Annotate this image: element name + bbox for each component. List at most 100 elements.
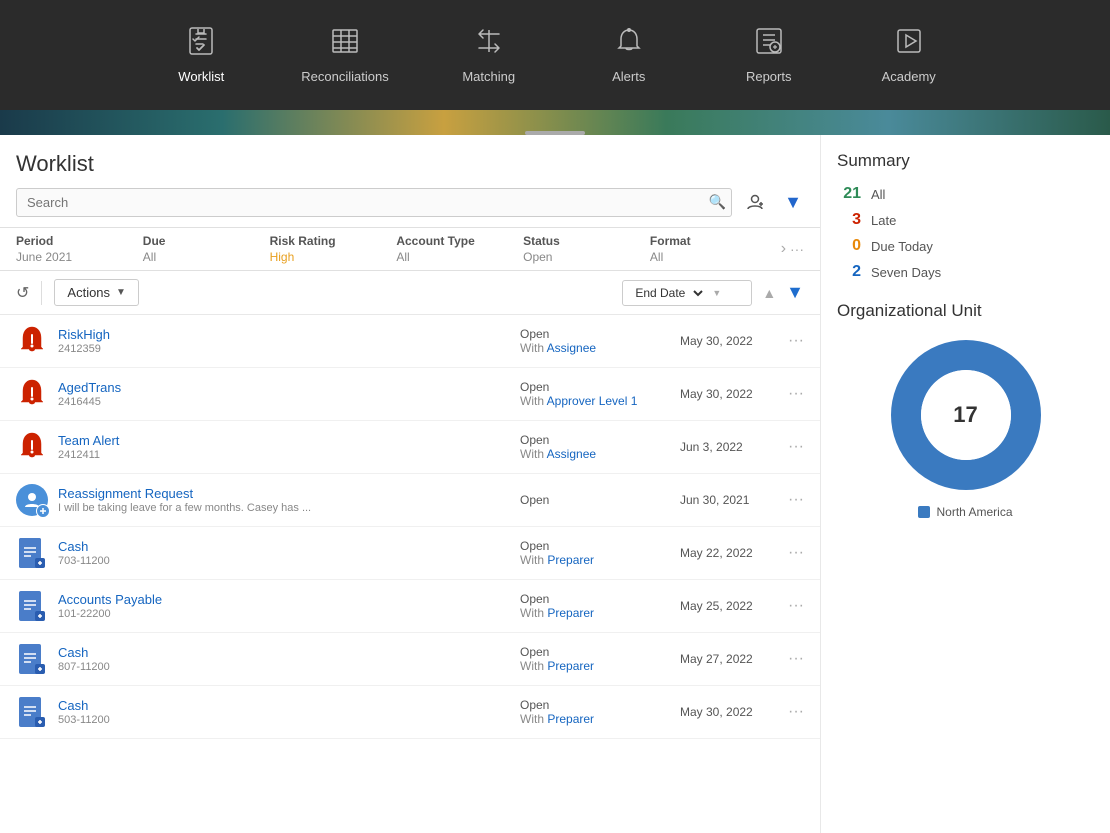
item-date: May 27, 2022 [680, 652, 780, 666]
search-icon[interactable]: 🔍 [709, 194, 726, 211]
document-icon [16, 643, 48, 675]
decorative-banner [0, 110, 1110, 135]
nav-label-matching: Matching [462, 69, 515, 84]
alert-icon [16, 325, 48, 357]
list-item[interactable]: Cash 703-11200 Open With Preparer May 22… [0, 527, 820, 580]
filter-period-label: Period [16, 234, 143, 248]
list-item[interactable]: Cash 503-11200 Open With Preparer May 30… [0, 686, 820, 739]
item-menu-button[interactable]: ··· [780, 385, 804, 403]
filter-due-label: Due [143, 234, 270, 248]
search-input[interactable] [16, 188, 732, 217]
item-menu-button[interactable]: ··· [780, 597, 804, 615]
with-link[interactable]: Approver Level 1 [547, 394, 638, 408]
summary-row-all: 21 All [837, 185, 1094, 203]
main-content: Worklist 🔍 ▼ Period [0, 135, 1110, 833]
item-subtitle: 807-11200 [58, 661, 520, 673]
item-date: Jun 3, 2022 [680, 440, 780, 454]
donut-center-value: 17 [931, 380, 1001, 450]
filter-format-value: All [650, 250, 777, 264]
document-icon [16, 537, 48, 569]
alerts-icon [614, 26, 644, 63]
with-link[interactable]: Assignee [547, 447, 596, 461]
item-subtitle: 2416445 [58, 396, 520, 408]
item-subtitle: 2412359 [58, 343, 520, 355]
toolbar-divider [41, 281, 42, 305]
filter-risk[interactable]: Risk Rating High [270, 234, 397, 264]
item-menu-button[interactable]: ··· [780, 544, 804, 562]
summary-row-late: 3 Late [837, 211, 1094, 229]
alert-icon [16, 431, 48, 463]
item-info: Cash 807-11200 [58, 645, 520, 673]
item-status: Open [520, 493, 680, 507]
nav-item-worklist[interactable]: Worklist [161, 26, 241, 84]
filter-button[interactable]: ▼ [778, 187, 808, 217]
nav-item-alerts[interactable]: Alerts [589, 26, 669, 84]
filter-format[interactable]: Format All [650, 234, 777, 264]
nav-item-academy[interactable]: Academy [869, 26, 949, 84]
alert-icon [16, 378, 48, 410]
filter-more-icon[interactable]: ··· [790, 241, 804, 257]
with-link[interactable]: Preparer [547, 553, 594, 567]
refresh-button[interactable]: ↺ [16, 283, 29, 303]
list-item[interactable]: Accounts Payable 101-22200 Open With Pre… [0, 580, 820, 633]
list-item[interactable]: RiskHigh 2412359 Open With Assignee May … [0, 315, 820, 368]
sort-desc-button[interactable]: ▼ [786, 282, 804, 303]
filter-period[interactable]: Period June 2021 [16, 234, 143, 264]
with-link[interactable]: Preparer [547, 712, 594, 726]
filter-due[interactable]: Due All [143, 234, 270, 264]
item-menu-button[interactable]: ··· [780, 703, 804, 721]
filter-status[interactable]: Status Open [523, 234, 650, 264]
actions-button[interactable]: Actions ▼ [54, 279, 139, 306]
nav-label-academy: Academy [882, 69, 936, 84]
with-link[interactable]: Preparer [547, 659, 594, 673]
item-date: May 22, 2022 [680, 546, 780, 560]
item-status: Open With Assignee [520, 327, 680, 355]
item-date: May 25, 2022 [680, 599, 780, 613]
list-item[interactable]: AgedTrans 2416445 Open With Approver Lev… [0, 368, 820, 421]
sort-select[interactable]: End Date Start Date Name [631, 285, 706, 301]
filter-risk-label: Risk Rating [270, 234, 397, 248]
reconciliations-icon [330, 26, 360, 63]
item-subtitle: 2412411 [58, 449, 520, 461]
item-title: RiskHigh [58, 327, 520, 342]
donut-chart: 17 [886, 335, 1046, 495]
filter-account-type[interactable]: Account Type All [396, 234, 523, 264]
item-date: May 30, 2022 [680, 705, 780, 719]
item-title: Team Alert [58, 433, 520, 448]
item-menu-button[interactable]: ··· [780, 332, 804, 350]
summary-label-all: All [871, 187, 885, 202]
list-item[interactable]: Cash 807-11200 Open With Preparer May 27… [0, 633, 820, 686]
nav-item-reports[interactable]: Reports [729, 26, 809, 84]
page-title: Worklist [0, 151, 820, 187]
org-unit-title: Organizational Unit [837, 301, 1094, 321]
document-icon [16, 696, 48, 728]
nav-item-reconciliations[interactable]: Reconciliations [301, 26, 388, 84]
legend-label: North America [936, 505, 1012, 519]
user-filter-button[interactable] [740, 187, 770, 217]
filter-status-value: Open [523, 250, 650, 264]
with-link[interactable]: Assignee [547, 341, 596, 355]
summary-count-late: 3 [837, 211, 861, 229]
item-status: Open With Preparer [520, 592, 680, 620]
item-date: May 30, 2022 [680, 334, 780, 348]
item-subtitle: 503-11200 [58, 714, 520, 726]
filter-expand-icon[interactable]: › [777, 240, 790, 258]
item-menu-button[interactable]: ··· [780, 438, 804, 456]
nav-label-alerts: Alerts [612, 69, 645, 84]
document-icon [16, 590, 48, 622]
search-bar: 🔍 ▼ [0, 187, 820, 227]
item-menu-button[interactable]: ··· [780, 650, 804, 668]
item-title: Cash [58, 645, 520, 660]
worklist-icon [186, 26, 216, 63]
item-info: Reassignment Request I will be taking le… [58, 486, 520, 514]
item-status: Open With Approver Level 1 [520, 380, 680, 408]
nav-label-reports: Reports [746, 69, 792, 84]
filter-row: Period June 2021 Due All Risk Rating Hig… [0, 227, 820, 271]
nav-item-matching[interactable]: Matching [449, 26, 529, 84]
list-item[interactable]: Reassignment Request I will be taking le… [0, 474, 820, 527]
sort-asc-button[interactable]: ▲ [762, 285, 776, 301]
item-menu-button[interactable]: ··· [780, 491, 804, 509]
list-item[interactable]: Team Alert 2412411 Open With Assignee Ju… [0, 421, 820, 474]
nav-label-reconciliations: Reconciliations [301, 69, 388, 84]
with-link[interactable]: Preparer [547, 606, 594, 620]
